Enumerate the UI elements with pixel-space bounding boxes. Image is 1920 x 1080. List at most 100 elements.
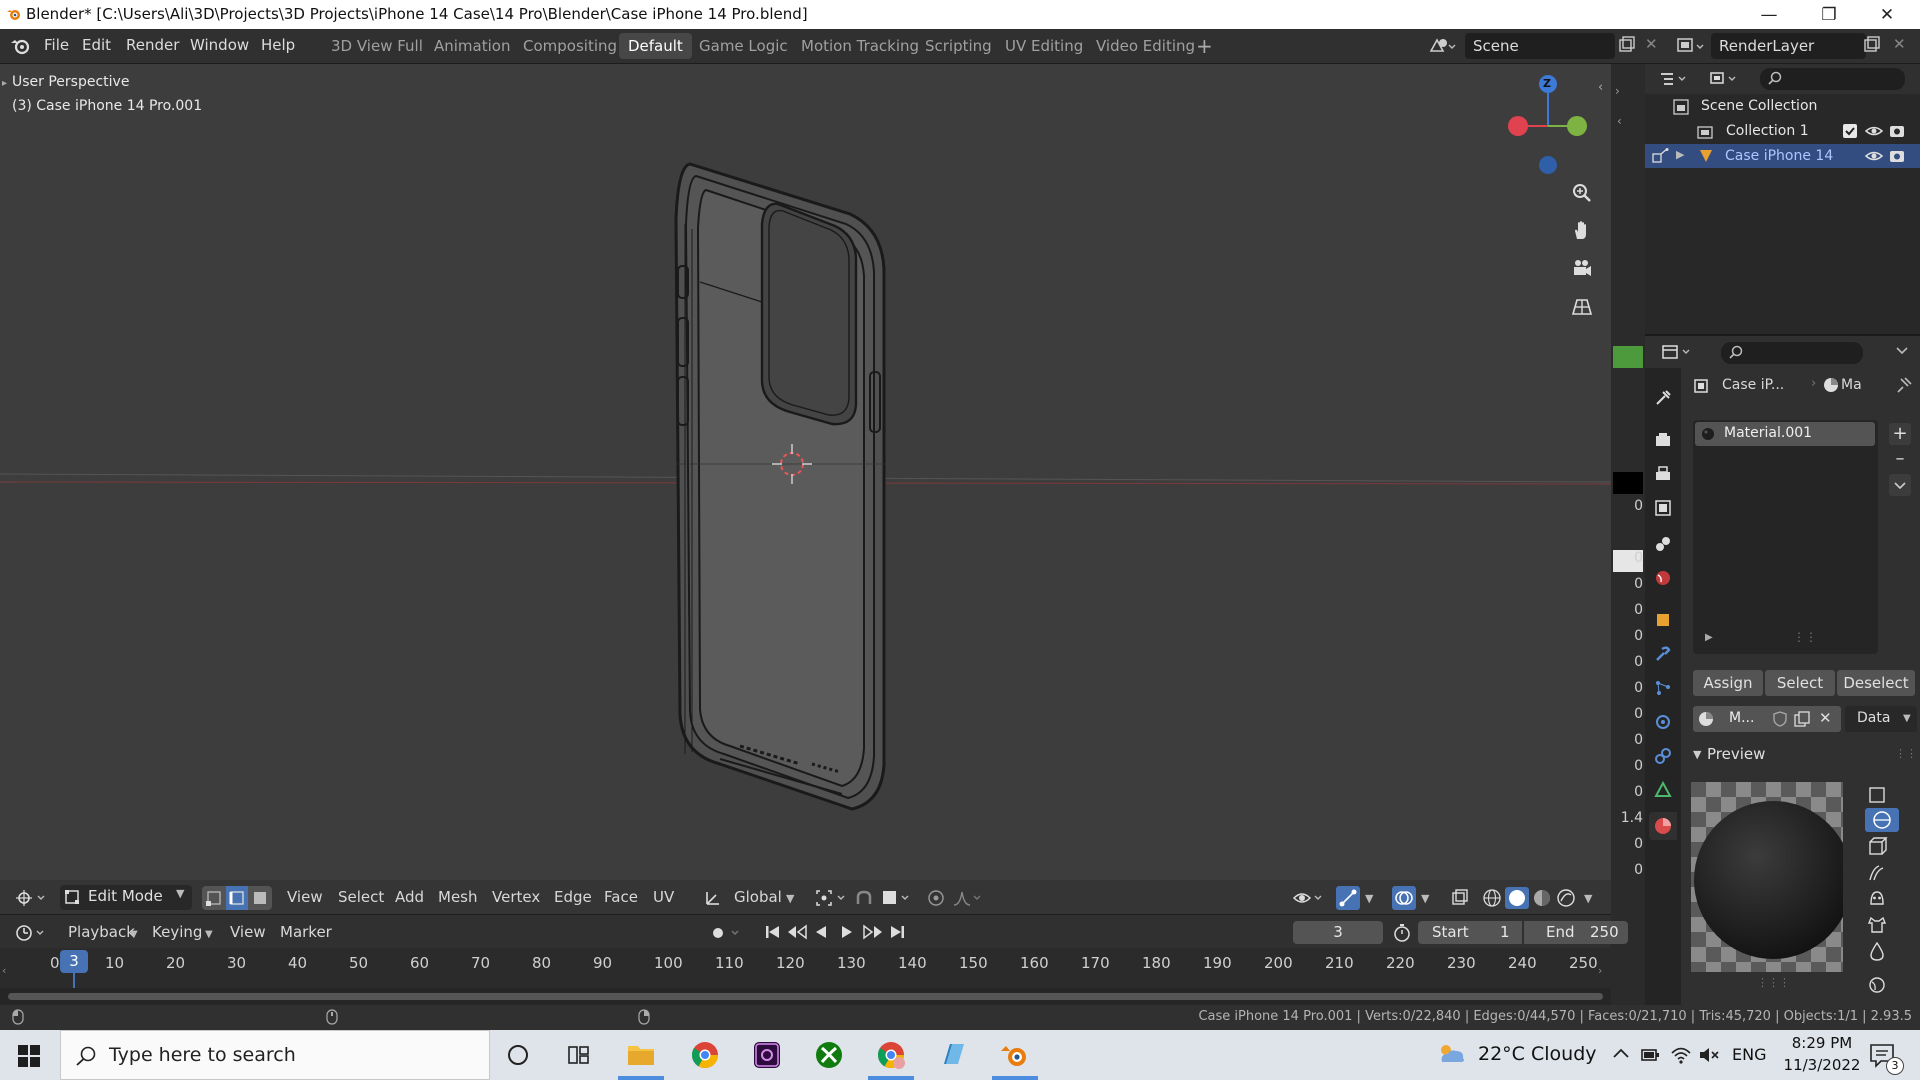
preview-collapse-icon[interactable]: ▼: [1693, 748, 1701, 761]
render-camera-icon[interactable]: [1889, 148, 1905, 164]
timeline-editor-icon[interactable]: [14, 923, 48, 943]
view-layer-icon[interactable]: [1676, 35, 1710, 57]
menu-add[interactable]: Add: [389, 886, 430, 910]
modifier-tab-icon[interactable]: [1653, 644, 1673, 664]
xbox-icon[interactable]: [814, 1040, 844, 1070]
add-material-slot-button[interactable]: +: [1889, 423, 1911, 445]
gizmo-chevron-icon[interactable]: ▼: [1365, 892, 1373, 905]
proportional-edit-icon[interactable]: [926, 888, 946, 908]
weather-text[interactable]: 22°C Cloudy: [1478, 1043, 1597, 1065]
timeline-menu-view[interactable]: View: [224, 921, 272, 945]
menu-uv[interactable]: UV: [647, 886, 680, 910]
clock-time[interactable]: 8:29 PM: [1786, 1034, 1858, 1052]
taskbar-search-box[interactable]: Type here to search: [60, 1030, 490, 1080]
weather-cloud-icon[interactable]: [1436, 1042, 1468, 1066]
preview-fluid-icon[interactable]: [1865, 940, 1889, 962]
material-slot-item[interactable]: Material.001: [1695, 422, 1875, 446]
new-scene-icon[interactable]: [1618, 36, 1636, 54]
snap-icon[interactable]: [854, 888, 874, 908]
timeline-ruler[interactable]: 0 10 20 30 40 50 60 70 80 90 100 110 120 130 140 150 16…: [0, 948, 1611, 988]
pin-icon[interactable]: [1895, 376, 1913, 394]
xray-toggle-icon[interactable]: [1450, 888, 1470, 908]
premiere-icon[interactable]: [752, 1040, 782, 1070]
play-icon[interactable]: [838, 923, 856, 941]
tray-overflow-icon[interactable]: [1612, 1046, 1630, 1060]
preview-sphere-icon[interactable]: [1865, 808, 1899, 832]
menu-vertex[interactable]: Vertex: [486, 886, 546, 910]
start-frame-field[interactable]: Start 1: [1418, 921, 1522, 944]
ortho-grid-icon[interactable]: [1568, 292, 1596, 320]
menu-mesh[interactable]: Mesh: [432, 886, 484, 910]
tab-video-editing[interactable]: Video Editing: [1087, 33, 1204, 59]
snap-target-icon[interactable]: [880, 888, 914, 908]
cortana-icon[interactable]: [506, 1043, 530, 1067]
menu-face[interactable]: Face: [598, 886, 644, 910]
pan-hand-icon[interactable]: [1568, 216, 1596, 244]
tool-tab-icon[interactable]: [1653, 388, 1673, 408]
tab-compositing[interactable]: Compositing: [514, 33, 626, 59]
collapse-arrow-icon[interactable]: ‹: [1598, 80, 1603, 95]
physics-tab-icon[interactable]: [1653, 712, 1673, 732]
preview-cube-icon[interactable]: [1865, 836, 1889, 858]
minimize-button[interactable]: —: [1740, 0, 1798, 29]
sidebar-toggle-icon[interactable]: ▸: [2, 78, 7, 89]
stopwatch-icon[interactable]: [1392, 923, 1412, 943]
auto-keying-icon[interactable]: [708, 923, 744, 943]
close-window-button[interactable]: ✕: [1858, 0, 1916, 29]
panel-arrow-icon[interactable]: ›: [1615, 84, 1620, 98]
render-camera-icon[interactable]: [1889, 123, 1905, 139]
transform-orientation-icon[interactable]: [704, 889, 722, 907]
tab-scripting[interactable]: Scripting: [916, 33, 1001, 59]
fake-user-shield-icon[interactable]: [1771, 710, 1789, 728]
clock-date[interactable]: 11/3/2022: [1776, 1056, 1868, 1074]
ruler-left-arrow-icon[interactable]: ‹: [2, 964, 6, 977]
preview-flat-icon[interactable]: [1865, 784, 1889, 806]
preview-monkey-icon[interactable]: [1865, 888, 1889, 910]
preview-resize-handle-icon[interactable]: ⋮⋮⋮: [1757, 976, 1790, 989]
volume-mute-icon[interactable]: [1698, 1045, 1720, 1065]
end-frame-field[interactable]: End 250: [1524, 921, 1628, 944]
tab-uv-editing[interactable]: UV Editing: [996, 33, 1092, 59]
vertex-select-icon[interactable]: [206, 890, 222, 906]
outliner-row-collection[interactable]: Collection 1: [1645, 119, 1920, 143]
panel-drag-handle-icon[interactable]: ⋮⋮: [1895, 747, 1917, 760]
menu-help[interactable]: Help: [261, 36, 295, 54]
blender-menu-icon[interactable]: [10, 36, 32, 56]
orientation-dropdown[interactable]: Global: [728, 886, 788, 910]
tab-default[interactable]: Default: [619, 33, 692, 59]
menu-select[interactable]: Select: [332, 886, 390, 910]
tab-game-logic[interactable]: Game Logic: [690, 33, 797, 59]
exclude-checkbox[interactable]: [1843, 124, 1857, 138]
chrome-icon[interactable]: [690, 1040, 720, 1070]
windows-start-icon[interactable]: [18, 1045, 40, 1067]
language-indicator[interactable]: ENG: [1732, 1045, 1766, 1064]
jump-to-start-icon[interactable]: [764, 923, 782, 941]
scene-selector-icon[interactable]: [1428, 35, 1456, 57]
overlays-toggle-icon[interactable]: [1392, 886, 1416, 910]
link-dropdown[interactable]: Data ▼: [1845, 706, 1917, 732]
deselect-button[interactable]: Deselect: [1837, 670, 1915, 696]
remove-material-slot-button[interactable]: –: [1889, 448, 1911, 470]
restore-button[interactable]: ❐: [1800, 0, 1858, 29]
eye-icon[interactable]: [1865, 124, 1883, 138]
pivot-point-icon[interactable]: [814, 888, 848, 908]
timeline-scrollbar[interactable]: [8, 993, 1603, 1000]
assign-button[interactable]: Assign: [1693, 670, 1763, 696]
editor-type-icon[interactable]: [14, 888, 48, 908]
blender-taskbar-icon[interactable]: [1000, 1040, 1030, 1070]
3d-viewport[interactable]: Z User Perspective (3) Case iPhone 14 Pr…: [0, 64, 1611, 914]
ruler-right-arrow-icon[interactable]: ›: [1598, 964, 1602, 977]
menu-window[interactable]: Window: [190, 36, 249, 54]
scene-name-field[interactable]: Scene: [1465, 33, 1615, 59]
outliner-editor-icon[interactable]: [1659, 70, 1693, 88]
duplicate-material-icon[interactable]: [1793, 710, 1811, 728]
material-shading-icon[interactable]: [1531, 887, 1553, 909]
mesh-data-tab-icon[interactable]: [1653, 780, 1673, 800]
menu-edit[interactable]: Edit: [82, 36, 111, 54]
jump-to-keyframe-back-icon[interactable]: [786, 923, 808, 941]
panel-arrow-icon-2[interactable]: ‹: [1617, 114, 1622, 128]
properties-editor-icon[interactable]: [1661, 342, 1695, 362]
zoom-icon[interactable]: [1568, 179, 1596, 207]
falloff-icon[interactable]: [952, 888, 986, 908]
gizmo-toggle-icon[interactable]: [1336, 886, 1360, 910]
